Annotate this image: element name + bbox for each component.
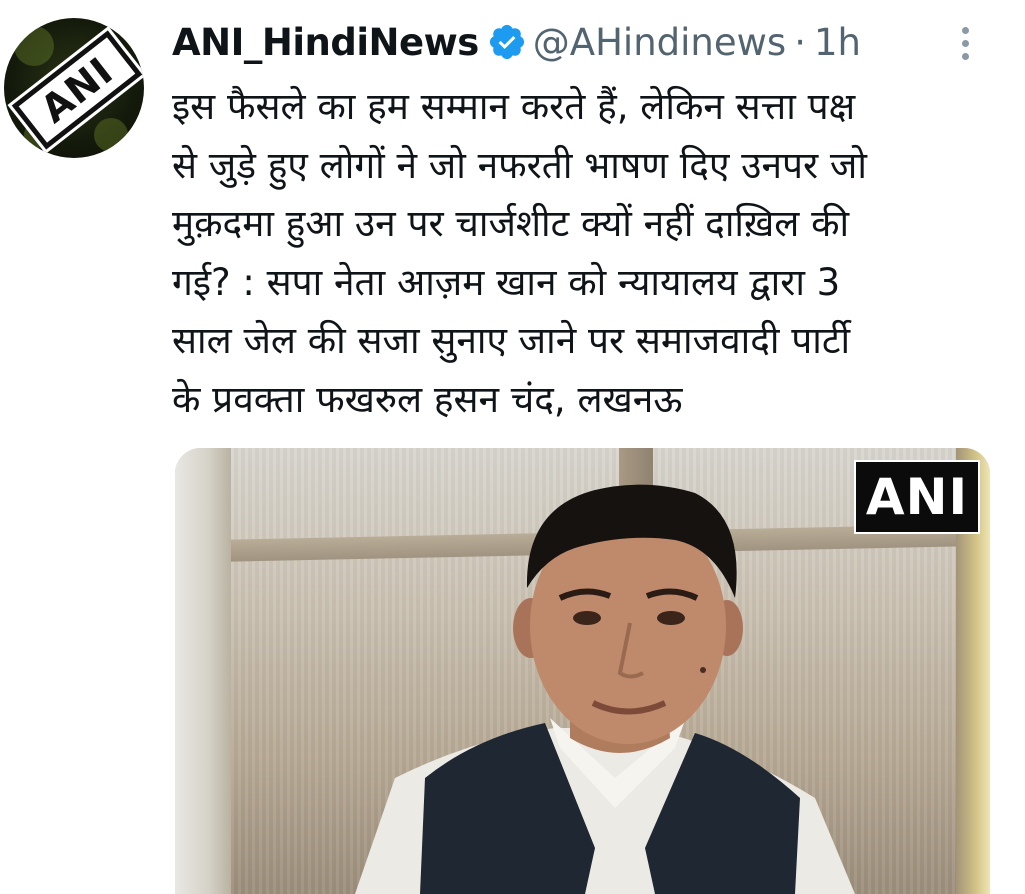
display-name[interactable]: ANI_HindiNews xyxy=(172,21,479,64)
handle[interactable]: @AHindinews xyxy=(533,21,786,64)
timestamp[interactable]: 1h xyxy=(814,21,861,64)
tweet-media-image[interactable]: ANI xyxy=(175,448,990,894)
tweet[interactable]: ANI ANI_HindiNews @AHindinews · 1h इस फै… xyxy=(0,0,1025,894)
more-options-icon[interactable] xyxy=(948,20,982,66)
tweet-text-line: मुक़दमा हुआ उन पर चार्जशीट क्यों नहीं दा… xyxy=(172,202,850,245)
tweet-text: इस फैसले का हम सम्मान करते हैं, लेकिन सत… xyxy=(172,78,1002,429)
tweet-text-line: गई? : सपा नेता आज़म खान को न्यायालय द्वा… xyxy=(172,260,841,304)
separator: · xyxy=(794,20,806,64)
avatar[interactable]: ANI xyxy=(4,18,144,158)
tweet-text-line: के प्रवक्ता फखरुल हसन चंद, लखनऊ xyxy=(172,377,683,421)
tweet-text-line: साल जेल की सजा सुनाए जाने पर समाजवादी पा… xyxy=(172,319,851,362)
tweet-header: ANI_HindiNews @AHindinews · 1h xyxy=(172,16,861,68)
tweet-text-line: इस फैसले का हम सम्मान करते हैं, लेकिन सत… xyxy=(172,85,856,128)
verified-badge-icon xyxy=(489,24,524,60)
tweet-text-line: से जुड़े हुए लोगों ने जो नफरती भाषण दिए … xyxy=(172,143,867,187)
ani-watermark: ANI xyxy=(854,460,980,534)
